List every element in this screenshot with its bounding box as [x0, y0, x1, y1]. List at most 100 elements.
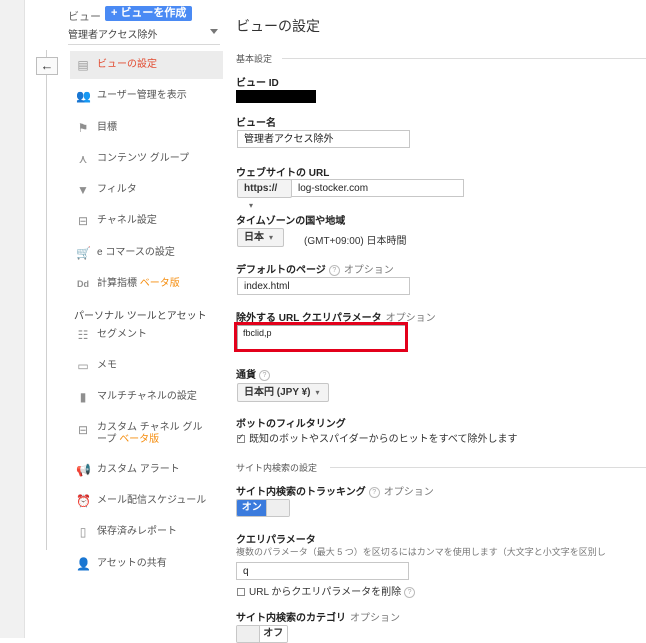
country-dropdown[interactable]: 日本 ▾: [237, 228, 284, 247]
memo-icon: ▭: [77, 359, 89, 373]
sidebar-item-custom-channel-group[interactable]: ⊟ カスタム チャネル グル ープ ベータ版: [70, 416, 223, 450]
segment-icon: ☷: [77, 328, 89, 342]
highlight-box: [234, 322, 408, 352]
plus-icon: +: [111, 7, 118, 19]
timezone-value[interactable]: (GMT+09:00) 日本時間: [304, 232, 407, 247]
sidebar-item-label: セグメント: [97, 329, 147, 340]
help-icon[interactable]: ?: [404, 586, 416, 598]
query-param-input[interactable]: q: [236, 562, 409, 580]
toggle-knob: [237, 626, 260, 642]
sidebar-item-ecommerce[interactable]: 🛒 e コマースの設定: [70, 239, 223, 267]
sidebar-item-asset-sharing[interactable]: 👤 アセットの共有: [70, 550, 223, 578]
query-param-label: クエリパラメータ: [236, 535, 316, 546]
sidebar-item-multichannel[interactable]: ▮ マルチチャネルの設定: [70, 383, 223, 411]
sidebar-item-custom-alerts[interactable]: 📢 カスタム アラート: [70, 456, 223, 484]
help-icon[interactable]: ?: [328, 264, 340, 276]
sidebar-item-label: マルチチャネルの設定: [97, 391, 197, 402]
view-selector[interactable]: 管理者アクセス除外: [68, 26, 220, 45]
sidebar-item-label: メール配信スケジュール: [97, 495, 207, 506]
basic-settings-heading: 基本設定: [236, 54, 273, 64]
strip-params-row[interactable]: URL からクエリパラメータを削除?: [237, 583, 416, 598]
currency-label: 通貨?: [236, 366, 270, 381]
create-view-label: ビューを作成: [120, 7, 187, 19]
currency-value: 日本円 (JPY ¥): [244, 387, 311, 398]
sidebar-item-user-management[interactable]: 👥 ユーザー管理を表示: [70, 82, 223, 110]
view-name-label: ビュー名: [236, 118, 276, 129]
section-divider: [282, 58, 646, 59]
sidebar-item-label: 計算指標: [97, 278, 137, 289]
sidebar-item-label: フィルタ: [97, 184, 137, 195]
sidebar-item-segments[interactable]: ☷ セグメント: [70, 321, 223, 349]
saved-report-icon: ▯: [79, 525, 87, 539]
sidebar-item-calculated-metrics[interactable]: Dd 計算指標 ベータ版: [70, 270, 223, 298]
sidebar-item-label: アセットの共有: [97, 558, 167, 569]
optional-tag: オプション: [343, 265, 394, 276]
site-search-toggle[interactable]: オン: [236, 499, 290, 517]
toggle-knob: [266, 500, 289, 516]
query-param-description: 複数のパラメータ（最大 5 つ）を区切るにはカンマを使用します（大文字と小文字を…: [236, 547, 606, 557]
sidebar-item-label: コンテンツ グループ: [97, 153, 190, 164]
sidebar-item-goals[interactable]: ⚑ 目標: [70, 114, 223, 142]
bot-filter-row[interactable]: 既知のボットやスパイダーからのヒットをすべて除外します: [237, 430, 518, 445]
sidebar-item-label: 目標: [97, 122, 117, 133]
channel-icon: ⊟: [77, 214, 89, 228]
nav-divider-line: [46, 50, 47, 550]
megaphone-icon: 📢: [76, 463, 91, 477]
document-icon: ▤: [77, 58, 89, 72]
left-rail: [0, 0, 25, 638]
currency-label-text: 通貨: [236, 370, 256, 381]
beta-badge: ベータ版: [119, 434, 160, 445]
personal-tools-heading: パーソナル ツールとアセット: [74, 311, 207, 322]
redacted-view-id: [236, 90, 316, 103]
strip-params-checkbox[interactable]: [237, 588, 245, 597]
bot-filter-checkbox[interactable]: [237, 432, 245, 444]
default-page-input[interactable]: index.html: [237, 277, 410, 295]
sidebar-item-label: チャネル設定: [97, 215, 157, 226]
protocol-dropdown[interactable]: https:// ▾: [237, 179, 292, 210]
create-view-button[interactable]: + ビューを作成: [105, 6, 193, 21]
help-icon[interactable]: ?: [368, 486, 380, 498]
website-url-input[interactable]: log-stocker.com: [291, 179, 464, 197]
sidebar-item-channel-settings[interactable]: ⊟ チャネル設定: [70, 207, 223, 235]
default-page-label-text: デフォルトのページ: [236, 265, 326, 276]
country-value: 日本: [244, 232, 264, 243]
site-search-tracking-label: サイト内検索のトラッキング? オプション: [236, 483, 434, 498]
currency-dropdown[interactable]: 日本円 (JPY ¥) ▾: [237, 383, 329, 402]
help-icon[interactable]: ?: [259, 369, 270, 381]
toggle-on-label: オン: [237, 500, 267, 516]
view-label: ビュー: [68, 11, 101, 23]
clock-icon: ⏰: [76, 494, 91, 508]
section-divider: [330, 467, 646, 468]
sidebar-item-saved-reports[interactable]: ▯ 保存済みレポート: [70, 518, 223, 546]
sidebar-item-label: ユーザー管理を表示: [97, 90, 187, 101]
sidebar-item-memo[interactable]: ▭ メモ: [70, 352, 223, 380]
sidebar-item-content-group[interactable]: ⋏ コンテンツ グループ: [70, 145, 223, 173]
chevron-down-icon: ▾: [249, 201, 254, 210]
site-search-category-label: サイト内検索のカテゴリ オプション: [236, 609, 400, 624]
sidebar-item-label: カスタム アラート: [97, 464, 180, 475]
users-icon: 👥: [76, 89, 91, 103]
optional-tag: オプション: [383, 487, 434, 498]
view-selector-value: 管理者アクセス除外: [68, 30, 158, 41]
cart-icon: 🛒: [76, 246, 91, 260]
sidebar-item-email-schedule[interactable]: ⏰ メール配信スケジュール: [70, 487, 223, 515]
back-arrow-icon[interactable]: ←: [36, 57, 58, 75]
strip-params-text: URL からクエリパラメータを削除: [249, 587, 402, 598]
view-name-input[interactable]: 管理者アクセス除外: [237, 130, 410, 148]
site-search-tracking-label-text: サイト内検索のトラッキング: [236, 487, 366, 498]
chevron-down-icon: [210, 29, 218, 34]
sidebar-item-label: ビューの設定: [97, 59, 157, 70]
protocol-value: https://: [244, 183, 278, 194]
sidebar-item-label: 保存済みレポート: [97, 526, 177, 537]
site-search-category-toggle[interactable]: オフ: [236, 625, 288, 643]
beta-badge: ベータ版: [139, 278, 180, 289]
site-search-category-label-text: サイト内検索のカテゴリ: [236, 613, 346, 624]
bar-chart-icon: ▮: [79, 390, 87, 404]
flag-icon: ⚑: [77, 121, 89, 135]
content-group-icon: ⋏: [78, 152, 88, 166]
chevron-down-icon: ▾: [315, 388, 320, 397]
sidebar-item-view-settings[interactable]: ▤ ビューの設定: [70, 51, 223, 79]
optional-tag: オプション: [350, 613, 400, 624]
bot-filter-text: 既知のボットやスパイダーからのヒットをすべて除外します: [249, 434, 518, 445]
sidebar-item-filters[interactable]: ▼ フィルタ: [70, 176, 223, 204]
